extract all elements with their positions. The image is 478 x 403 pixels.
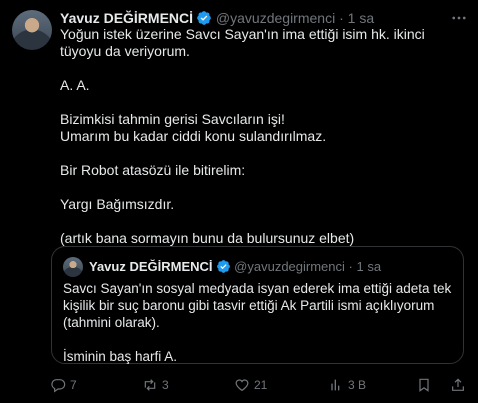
- tweet-text-line: Yargı Bağımsızdır.: [60, 196, 175, 212]
- quoted-body: Savcı Sayan'ın sosyal medyada isyan eder…: [63, 280, 455, 365]
- quoted-text: Savcı Sayan'ın sosyal medyada isyan eder…: [63, 281, 452, 330]
- views-button[interactable]: 3 B: [328, 377, 416, 393]
- quoted-author-name: Yavuz DEĞİRMENCİ: [89, 259, 213, 274]
- tweet-text-line: Bizimkisi tahmin gerisi Savcıların işi!: [60, 111, 285, 127]
- post-time[interactable]: 1 sa: [348, 10, 374, 26]
- repost-icon: [144, 379, 156, 391]
- reply-icon: [51, 379, 66, 393]
- separator-dot: ·: [348, 259, 353, 274]
- separator-dot: ·: [339, 10, 344, 26]
- verified-badge-icon: [216, 259, 231, 278]
- tweet-body: Yoğun istek üzerine Savcı Sayan'ın ima e…: [60, 26, 460, 247]
- heart-icon: [235, 379, 249, 392]
- quoted-header: Yavuz DEĞİRMENCİ @yavuzdegirmenci · 1 sa: [89, 259, 381, 278]
- tweet-text-line: Umarım bu kadar ciddi konu sulandırılmaz…: [60, 128, 327, 144]
- avatar[interactable]: [12, 10, 52, 50]
- quoted-handle: @yavuzdegirmenci: [234, 259, 345, 274]
- views-count: 3 B: [348, 378, 367, 392]
- author-name[interactable]: Yavuz DEĞİRMENCİ: [60, 10, 193, 26]
- views-icon: [331, 379, 340, 391]
- quoted-time: 1 sa: [356, 259, 382, 274]
- quoted-text: İsminin baş harfi A.: [63, 349, 178, 364]
- like-count: 21: [254, 378, 268, 392]
- tweet-header: Yavuz DEĞİRMENCİ @yavuzdegirmenci · 1 sa: [60, 9, 466, 27]
- action-bar: 7 3 21 3 B: [50, 375, 466, 395]
- reply-button[interactable]: 7: [50, 377, 142, 393]
- tweet-text-line: Bir Robot atasözü ile bitirelim:: [60, 162, 246, 178]
- quoted-avatar: [63, 257, 83, 277]
- reply-count: 7: [70, 378, 77, 392]
- share-icon: [452, 378, 464, 391]
- bookmark-icon: [419, 378, 429, 392]
- bookmark-button[interactable]: [416, 377, 450, 393]
- repost-count: 3: [162, 378, 169, 392]
- quoted-tweet[interactable]: Yavuz DEĞİRMENCİ @yavuzdegirmenci · 1 sa…: [51, 246, 464, 364]
- tweet-text-line: A. A.: [60, 77, 90, 93]
- share-button[interactable]: [450, 377, 466, 393]
- tweet-text-line: Yoğun istek üzerine Savcı Sayan'ın ima e…: [60, 26, 425, 59]
- like-button[interactable]: 21: [234, 377, 328, 393]
- tweet-text-line: (artık bana sormayın bunu da bulursunuz …: [60, 230, 355, 246]
- repost-button[interactable]: 3: [142, 377, 234, 393]
- author-handle[interactable]: @yavuzdegirmenci: [216, 10, 335, 26]
- tweet[interactable]: Yavuz DEĞİRMENCİ @yavuzdegirmenci · 1 sa…: [0, 0, 478, 403]
